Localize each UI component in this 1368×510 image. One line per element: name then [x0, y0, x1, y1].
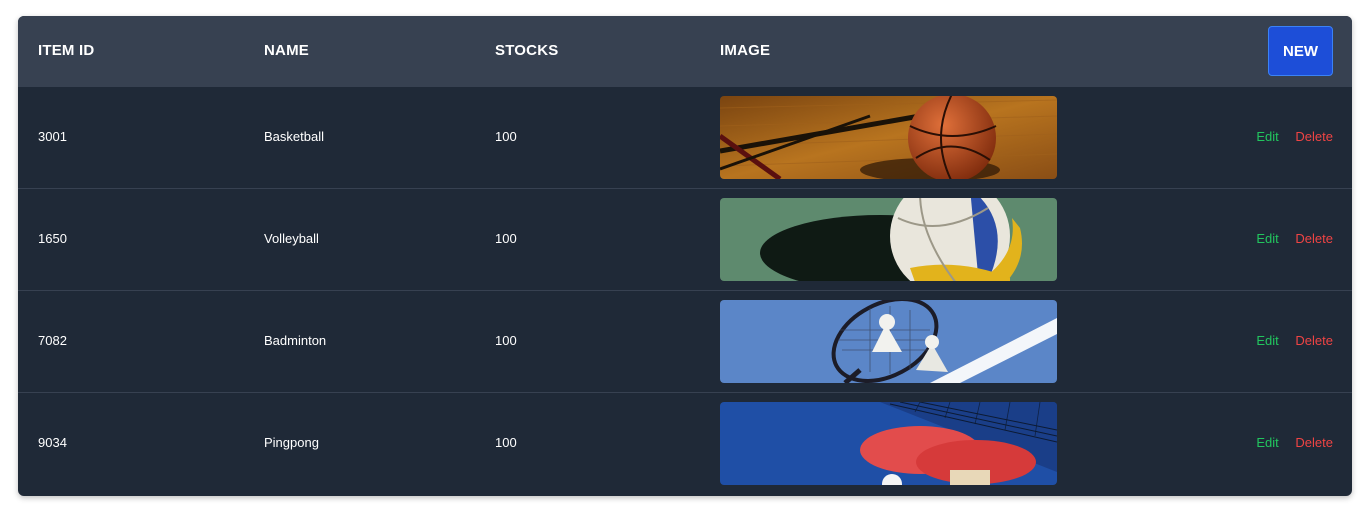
table-row: 7082 Badminton 100 Edit Delete [18, 290, 1352, 392]
table-row: 3001 Basketball 100 Edit Delete [18, 86, 1352, 188]
basketball-image [720, 96, 1057, 179]
edit-link[interactable]: Edit [1256, 231, 1278, 246]
delete-link[interactable]: Delete [1295, 129, 1333, 144]
item-id-cell: 3001 [38, 129, 67, 144]
delete-link[interactable]: Delete [1295, 333, 1333, 348]
table-row: 9034 Pingpong 100 Edit Delete [18, 392, 1352, 494]
item-id-cell: 9034 [38, 435, 67, 450]
item-stocks-cell: 100 [495, 129, 517, 144]
badminton-image [720, 300, 1057, 383]
item-name-cell: Badminton [264, 333, 327, 348]
table-header: ITEM ID NAME STOCKS IMAGE NEW [18, 16, 1352, 86]
edit-link[interactable]: Edit [1256, 435, 1278, 450]
header-stocks: STOCKS [495, 42, 559, 59]
item-name-cell: Basketball [264, 129, 324, 144]
item-id-cell: 1650 [38, 231, 67, 246]
header-name: NAME [264, 42, 309, 59]
header-item-id: ITEM ID [38, 42, 95, 59]
delete-link[interactable]: Delete [1295, 435, 1333, 450]
item-id-cell: 7082 [38, 333, 67, 348]
edit-link[interactable]: Edit [1256, 129, 1278, 144]
pingpong-image [720, 402, 1057, 485]
new-item-button[interactable]: NEW [1268, 26, 1333, 76]
header-image: IMAGE [720, 42, 771, 59]
items-table: ITEM ID NAME STOCKS IMAGE NEW 3001 Baske… [18, 16, 1352, 496]
item-stocks-cell: 100 [495, 231, 517, 246]
edit-link[interactable]: Edit [1256, 333, 1278, 348]
volleyball-image [720, 198, 1057, 281]
item-stocks-cell: 100 [495, 435, 517, 450]
table-row: 1650 Volleyball 100 Edit Delete [18, 188, 1352, 290]
item-name-cell: Pingpong [264, 435, 319, 450]
item-name-cell: Volleyball [264, 231, 319, 246]
delete-link[interactable]: Delete [1295, 231, 1333, 246]
item-stocks-cell: 100 [495, 333, 517, 348]
